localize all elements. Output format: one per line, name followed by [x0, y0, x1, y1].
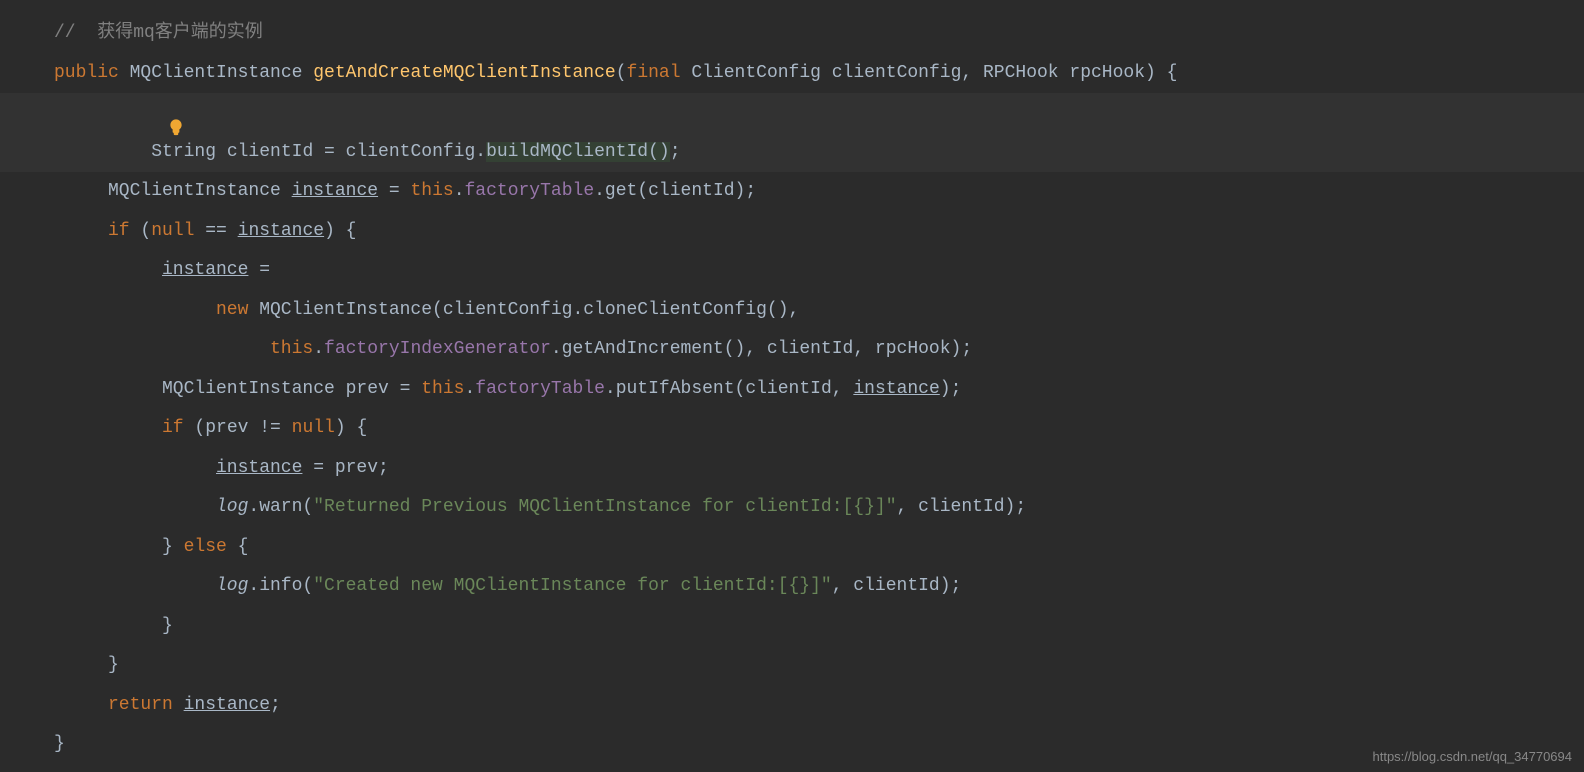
code-line[interactable]: return instance; — [0, 686, 1584, 726]
code-text: MQClientInstance(clientConfig.cloneClien… — [248, 300, 799, 320]
code-text: ); — [940, 379, 962, 399]
code-line[interactable]: log.info("Created new MQClientInstance f… — [0, 567, 1584, 607]
keyword-if: if — [162, 418, 184, 438]
dot: . — [464, 379, 475, 399]
log-var: log — [216, 576, 248, 596]
keyword-null: null — [151, 221, 194, 241]
keyword-else: else — [184, 537, 227, 557]
var-instance: instance — [292, 181, 378, 201]
var-instance: instance — [184, 695, 270, 715]
method-name: getAndCreateMQClientInstance — [313, 63, 615, 83]
string-literal: "Returned Previous MQClientInstance for … — [313, 497, 896, 517]
code-text — [173, 695, 184, 715]
var-instance: instance — [162, 260, 248, 280]
code-line[interactable]: MQClientInstance prev = this.factoryTabl… — [0, 370, 1584, 410]
code-line[interactable]: instance = prev; — [0, 449, 1584, 489]
code-text: , clientId); — [897, 497, 1027, 517]
code-line[interactable]: } — [0, 607, 1584, 647]
code-text: , clientId); — [832, 576, 962, 596]
keyword-null: null — [292, 418, 335, 438]
field-name: factoryTable — [465, 181, 595, 201]
code-line[interactable]: new MQClientInstance(clientConfig.cloneC… — [0, 291, 1584, 331]
code-text: ; — [270, 695, 281, 715]
code-text: ( — [130, 221, 152, 241]
code-line-highlighted[interactable]: String clientId = clientConfig.buildMQCl… — [0, 93, 1584, 172]
dot: . — [313, 339, 324, 359]
keyword-if: if — [108, 221, 130, 241]
code-text: } — [108, 655, 119, 675]
code-line[interactable]: instance = — [0, 251, 1584, 291]
dot: . — [454, 181, 465, 201]
code-text: (prev != — [184, 418, 292, 438]
code-text: } — [162, 616, 173, 636]
code-line[interactable]: if (prev != null) { — [0, 409, 1584, 449]
code-line[interactable]: MQClientInstance instance = this.factory… — [0, 172, 1584, 212]
log-var: log — [216, 497, 248, 517]
code-text: .putIfAbsent(clientId, — [605, 379, 853, 399]
code-text: .warn( — [248, 497, 313, 517]
field-name: factoryTable — [475, 379, 605, 399]
code-text: ) { — [324, 221, 356, 241]
code-text: MQClientInstance prev = — [162, 379, 421, 399]
code-line[interactable]: public MQClientInstance getAndCreateMQCl… — [0, 54, 1584, 94]
keyword-this: this — [421, 379, 464, 399]
keyword-new: new — [216, 300, 248, 320]
code-text: } — [162, 537, 184, 557]
code-text: .info( — [248, 576, 313, 596]
var-instance: instance — [853, 379, 939, 399]
code-text: == — [194, 221, 237, 241]
code-text: } — [54, 734, 65, 754]
code-line[interactable]: if (null == instance) { — [0, 212, 1584, 252]
code-line[interactable]: log.warn("Returned Previous MQClientInst… — [0, 488, 1584, 528]
keyword-return: return — [108, 695, 173, 715]
var-instance: instance — [238, 221, 324, 241]
keyword-this: this — [270, 339, 313, 359]
code-text: MQClientInstance — [108, 181, 292, 201]
keyword-final: final — [627, 63, 681, 83]
field-name: factoryIndexGenerator — [324, 339, 551, 359]
code-text: = prev; — [302, 458, 388, 478]
code-line[interactable]: this.factoryIndexGenerator.getAndIncreme… — [0, 330, 1584, 370]
code-line[interactable]: } else { — [0, 528, 1584, 568]
code-text: = — [248, 260, 270, 280]
paren: ( — [616, 63, 627, 83]
code-text: ; — [670, 142, 681, 162]
var-instance: instance — [216, 458, 302, 478]
code-line[interactable]: } — [0, 646, 1584, 686]
keyword-this: this — [410, 181, 453, 201]
string-literal: "Created new MQClientInstance for client… — [313, 576, 831, 596]
method-call-highlight: buildMQClientId() — [486, 142, 670, 162]
code-editor[interactable]: // 获得mq客户端的实例 public MQClientInstance ge… — [0, 0, 1584, 765]
code-text: ) { — [335, 418, 367, 438]
params: ClientConfig clientConfig, RPCHook rpcHo… — [681, 63, 1178, 83]
code-line[interactable]: // 获得mq客户端的实例 — [0, 14, 1584, 54]
code-text: .getAndIncrement(), clientId, rpcHook); — [551, 339, 972, 359]
code-text: .get(clientId); — [594, 181, 756, 201]
code-line[interactable]: } — [0, 725, 1584, 765]
code-text: = — [378, 181, 410, 201]
code-text: String clientId = clientConfig. — [151, 142, 486, 162]
watermark-text: https://blog.csdn.net/qq_34770694 — [1373, 749, 1573, 764]
type-name: MQClientInstance — [119, 63, 313, 83]
code-text: { — [227, 537, 249, 557]
